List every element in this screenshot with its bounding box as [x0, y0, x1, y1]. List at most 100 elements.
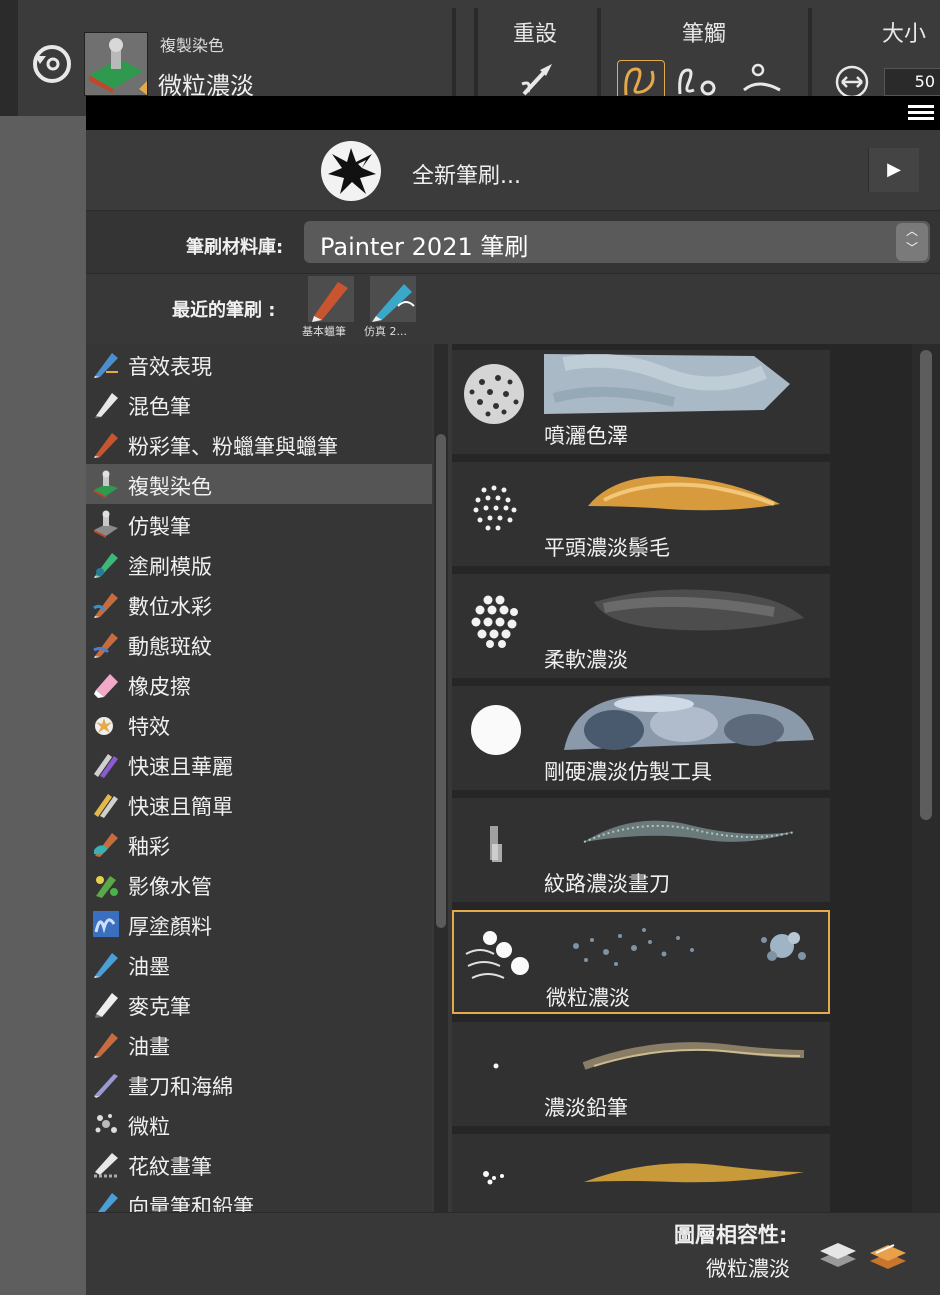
reset-tool-icon[interactable]: [26, 38, 78, 90]
category-item-fast-simple[interactable]: 快速且簡單: [86, 784, 432, 824]
category-label: 向量筆和鉛筆: [128, 1195, 254, 1212]
category-item-audio-expression[interactable]: 音效表現: [86, 344, 432, 384]
recent-brush-caption: 基本蠟筆: [302, 325, 346, 338]
brush-library-label: 筆刷材料庫:: [186, 237, 284, 258]
category-item-cloner[interactable]: 複製染色: [86, 464, 432, 504]
category-item-eraser[interactable]: 橡皮擦: [86, 664, 432, 704]
dots-dab-icon: [458, 468, 534, 544]
variant-card-spray-tint[interactable]: 噴灑色澤: [452, 350, 830, 454]
category-item-stencil[interactable]: 塗刷模版: [86, 544, 432, 584]
toolbar-divider: [597, 8, 601, 108]
category-label: 複製染色: [128, 475, 212, 499]
new-brush-row[interactable]: 全新筆刷... ▶: [86, 130, 940, 211]
pen-brush-icon: [370, 276, 416, 322]
brush-reset-icon[interactable]: [518, 60, 558, 100]
point-dab-icon: [458, 1028, 534, 1104]
variant-label: 剛硬濃淡仿製工具: [544, 760, 712, 784]
variant-card-tint-pencil[interactable]: 濃淡鉛筆: [452, 1022, 830, 1126]
variant-card-flat-bristle[interactable]: 平頭濃淡鬃毛: [452, 462, 830, 566]
size-input[interactable]: 50: [884, 68, 940, 96]
fx-icon: [92, 710, 120, 738]
category-label: 特效: [128, 715, 170, 739]
toolbar-divider: [808, 8, 812, 108]
variant-card-particle-tint[interactable]: 微粒濃淡: [452, 910, 830, 1014]
category-item-pattern-pen[interactable]: 花紋畫筆: [86, 1144, 432, 1184]
glazing-icon: [92, 830, 120, 858]
pattern-pen-icon: [92, 1150, 120, 1178]
hamburger-menu-icon[interactable]: [908, 102, 934, 124]
category-item-palette-knife[interactable]: 畫刀和海綿: [86, 1064, 432, 1104]
fast-simple-icon: [92, 790, 120, 818]
recent-brushes-label: 最近的筆刷 :: [172, 300, 276, 321]
pastel-brush-icon: [308, 276, 354, 322]
category-scrollbar[interactable]: [434, 344, 448, 1212]
variant-card-soft-tint[interactable]: 柔軟濃淡: [452, 574, 830, 678]
grain-dab-icon: [458, 804, 534, 880]
brush-variant-list: 噴灑色澤 平頭濃淡鬃毛 柔軟濃淡 剛硬濃淡仿製工具 紋路濃淡畫刀 微粒濃淡 濃淡…: [452, 344, 916, 1212]
category-label: 數位水彩: [128, 595, 212, 619]
play-icon[interactable]: ▶: [868, 148, 919, 192]
variant-label: 微粒濃淡: [546, 986, 630, 1010]
stroke-attributes-icon[interactable]: [740, 60, 786, 100]
category-item-image-hose[interactable]: 影像水管: [86, 864, 432, 904]
category-label: 影像水管: [128, 875, 212, 899]
category-item-fx[interactable]: 特效: [86, 704, 432, 744]
category-scrollbar-thumb[interactable]: [436, 434, 446, 928]
new-brush-label: 全新筆刷...: [412, 164, 521, 189]
variant-scrollbar-thumb[interactable]: [920, 350, 932, 820]
select-chevron-icon[interactable]: ︿ ﹀: [896, 223, 928, 261]
stroke-heading: 筆觸: [682, 22, 727, 47]
brush-category-list: 音效表現 混色筆 粉彩筆、粉蠟筆與蠟筆 複製染色 仿製筆 塗刷模版 數位水彩 動…: [86, 344, 432, 1212]
new-brush-icon[interactable]: [320, 140, 382, 202]
clone-brush-icon: [92, 510, 120, 538]
category-item-marker[interactable]: 麥克筆: [86, 984, 432, 1024]
category-item-glazing[interactable]: 釉彩: [86, 824, 432, 864]
toolbar-divider: [452, 8, 456, 108]
ink-icon: [92, 950, 120, 978]
straight-line-stroke-icon[interactable]: [674, 60, 720, 100]
variant-card-splash[interactable]: [452, 1134, 830, 1212]
brush-library-select[interactable]: Painter 2021 筆刷 ︿ ﹀: [304, 221, 930, 263]
category-label: 油墨: [128, 955, 170, 979]
size-adjust-icon[interactable]: [834, 64, 870, 100]
category-item-dynamic-speckle[interactable]: 動態斑紋: [86, 624, 432, 664]
variant-stroke-preview: [544, 802, 826, 864]
recent-brush-item[interactable]: 基本蠟筆: [302, 276, 360, 340]
impasto-icon: [92, 910, 120, 938]
variant-card-hard-tint-cloner[interactable]: 剛硬濃淡仿製工具: [452, 686, 830, 790]
layer-compatibility-label: 圖層相容性:: [674, 1223, 788, 1247]
toolbar-divider: [474, 8, 478, 108]
category-label: 油畫: [128, 1035, 170, 1059]
current-brush-icon[interactable]: [84, 32, 148, 96]
variant-stroke-preview: [544, 1026, 826, 1088]
recent-brush-item[interactable]: 仿真 2...: [364, 276, 422, 340]
category-item-oil[interactable]: 油畫: [86, 1024, 432, 1064]
marker-icon: [92, 990, 120, 1018]
splash-dab-icon: [458, 1140, 534, 1212]
category-item-clone-brush[interactable]: 仿製筆: [86, 504, 432, 544]
cloner-icon: [92, 470, 120, 498]
category-item-particle[interactable]: 微粒: [86, 1104, 432, 1144]
category-item-ink[interactable]: 油墨: [86, 944, 432, 984]
category-label: 微粒: [128, 1115, 170, 1139]
category-item-fast-fancy[interactable]: 快速且華麗: [86, 744, 432, 784]
category-item-vector-pen[interactable]: 向量筆和鉛筆: [86, 1184, 432, 1212]
pastel-icon: [92, 430, 120, 458]
variant-scrollbar[interactable]: [912, 344, 940, 1212]
scatter-dab-icon: [458, 356, 534, 432]
brush-library-value: Painter 2021 筆刷: [320, 233, 529, 261]
category-label: 動態斑紋: [128, 635, 212, 659]
stencil-icon: [92, 550, 120, 578]
palette-knife-icon: [92, 1070, 120, 1098]
category-item-pastel[interactable]: 粉彩筆、粉蠟筆與蠟筆: [86, 424, 432, 464]
brush-selector-panel: 全新筆刷... ▶ 筆刷材料庫: Painter 2021 筆刷 ︿ ﹀ 最近的筆…: [86, 96, 940, 1295]
category-item-blender[interactable]: 混色筆: [86, 384, 432, 424]
variant-stroke-preview: [546, 916, 828, 978]
category-item-impasto[interactable]: 厚塗顏料: [86, 904, 432, 944]
category-item-digital-watercolor[interactable]: 數位水彩: [86, 584, 432, 624]
variant-card-grainy-knife[interactable]: 紋路濃淡畫刀: [452, 798, 830, 902]
size-heading: 大小: [882, 22, 927, 47]
vector-pen-icon: [92, 1190, 120, 1212]
category-label: 音效表現: [128, 355, 212, 379]
dynamic-speckle-icon: [92, 630, 120, 658]
